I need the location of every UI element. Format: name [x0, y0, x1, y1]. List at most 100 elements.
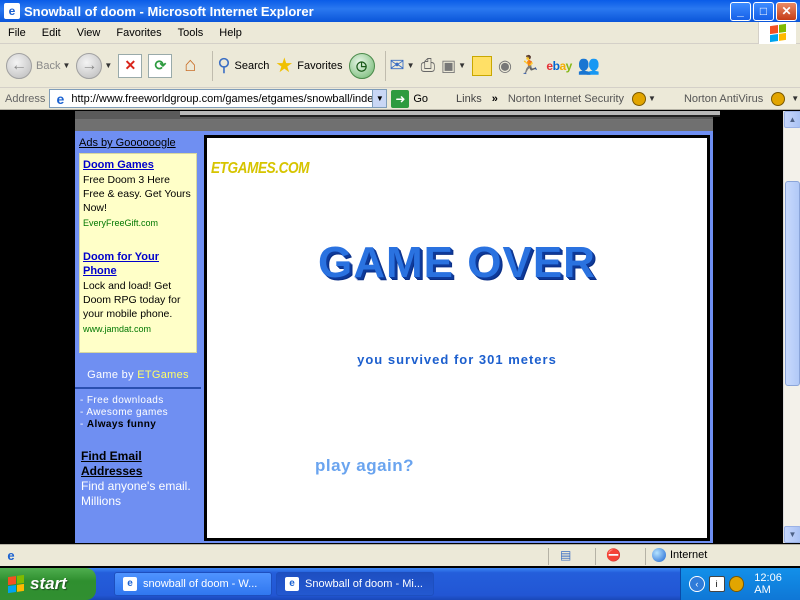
norton-internet-security[interactable]: Norton Internet Security — [508, 93, 624, 105]
close-button[interactable]: ✕ — [776, 1, 797, 21]
menu-edit[interactable]: Edit — [34, 27, 69, 39]
game-over-heading: GAME OVER — [318, 238, 596, 287]
game-by-credit: Game by ETGames — [87, 369, 189, 381]
scroll-thumb[interactable] — [785, 181, 800, 386]
forward-button[interactable]: → ▼ — [76, 52, 112, 79]
toolbar-separator — [384, 50, 386, 81]
info-icon[interactable]: i — [708, 576, 725, 592]
search-label: Search — [234, 59, 270, 72]
popup-blocked-icon[interactable]: ⛔ — [606, 548, 621, 562]
mail-button[interactable]: ✉ ▼ — [390, 55, 415, 76]
ads-header-link[interactable]: Ads by Goooooogle — [77, 133, 199, 153]
history-icon: ◷ — [348, 52, 375, 79]
address-input[interactable]: e http://www.freeworldgroup.com/games/et… — [49, 89, 388, 108]
ad-title-link[interactable]: Doom for Your Phone — [83, 250, 194, 278]
address-url[interactable]: http://www.freeworldgroup.com/games/etga… — [71, 93, 372, 105]
ad-url[interactable]: www.jamdat.com — [83, 324, 194, 334]
taskbar-item[interactable]: e snowball of doom - W... — [114, 572, 272, 596]
address-dropdown-icon[interactable]: ▼ — [372, 90, 387, 107]
clock[interactable]: 12:06 AM — [754, 572, 800, 596]
menu-help[interactable]: Help — [211, 27, 250, 39]
ebay-button[interactable]: ebay — [546, 58, 572, 73]
etgames-link[interactable]: ETGames — [137, 369, 189, 381]
search-button[interactable]: ⚲ Search — [217, 55, 269, 76]
forward-dropdown-icon[interactable]: ▼ — [104, 61, 112, 70]
norton-dropdown-icon[interactable]: ▼ — [648, 94, 656, 103]
start-button[interactable]: start — [0, 568, 96, 600]
messenger-buddies-icon: 👥 — [577, 55, 601, 75]
favorites-button[interactable]: ★ Favorites — [275, 53, 342, 78]
sidebar: Ads by Goooooogle Doom Games Free Doom 3… — [75, 133, 201, 543]
find-email-link[interactable]: Find Email Addresses — [77, 449, 199, 479]
blurb-item: - Always funny — [80, 419, 157, 430]
vertical-scrollbar[interactable]: ▲ ▼ — [783, 111, 800, 543]
menu-view[interactable]: View — [69, 27, 109, 39]
go-arrow-icon: ➜ — [391, 89, 410, 108]
edit-button[interactable]: ▣ ▼ — [441, 56, 466, 76]
mail-dropdown-icon[interactable]: ▼ — [407, 61, 415, 70]
game-frame[interactable]: ETGAMES.COM GAME OVER you survived for 3… — [204, 135, 710, 541]
ad-body: Free Doom 3 Here Free & easy. Get Yours … — [83, 174, 191, 214]
printer-icon: ⎙ — [420, 55, 435, 75]
menu-bar: File Edit View Favorites Tools Help — [0, 22, 800, 44]
links-label[interactable]: Links — [456, 93, 482, 105]
page-content: Ads by Goooooogle Doom Games Free Doom 3… — [0, 111, 783, 543]
ebay-icon: ebay — [546, 58, 572, 73]
ad-box[interactable]: Doom Games Free Doom 3 Here Free & easy.… — [79, 153, 197, 353]
scroll-up-icon[interactable]: ▲ — [784, 111, 800, 128]
ad-url[interactable]: EveryFreeGift.com — [83, 218, 194, 228]
home-button[interactable]: ⌂ — [178, 54, 202, 78]
research-icon: ◉ — [498, 57, 512, 75]
norton-av-dropdown-icon[interactable]: ▼ — [791, 94, 799, 103]
refresh-button[interactable]: ⟳ — [148, 53, 173, 78]
stop-button[interactable]: ✕ — [118, 53, 143, 78]
ad-body: Lock and load! Get Doom RPG today for yo… — [83, 280, 181, 320]
windows-logo-icon — [758, 22, 796, 44]
taskbar-item-active[interactable]: e Snowball of doom - Mi... — [276, 572, 434, 596]
norton-antivirus-icon[interactable] — [771, 91, 786, 106]
address-bar: Address e http://www.freeworldgroup.com/… — [0, 88, 800, 110]
sticky-note-icon — [472, 55, 493, 76]
favorites-label: Favorites — [297, 59, 343, 72]
ie-icon: e — [285, 577, 299, 591]
title-bar: e Snowball of doom - Microsoft Internet … — [0, 0, 800, 22]
menu-tools[interactable]: Tools — [170, 27, 212, 39]
menu-file[interactable]: File — [0, 27, 34, 39]
maximize-button[interactable]: □ — [753, 1, 774, 21]
ad-title-link[interactable]: Doom Games — [83, 158, 194, 172]
back-arrow-icon: ← — [6, 52, 32, 79]
page-status-icon: e — [7, 547, 15, 563]
links-chevron-icon[interactable]: » — [492, 93, 498, 105]
norton-antivirus[interactable]: Norton AntiVirus — [684, 93, 763, 105]
go-button[interactable]: ➜ Go — [391, 89, 428, 108]
blurb-item: - Awesome games — [80, 407, 169, 418]
norton-icon[interactable] — [632, 91, 647, 106]
minimize-button[interactable]: _ — [730, 1, 751, 21]
back-dropdown-icon[interactable]: ▼ — [62, 61, 70, 70]
search-icon: ⚲ — [217, 55, 231, 75]
discuss-button[interactable] — [472, 55, 493, 76]
tray-expand-icon[interactable]: ‹ — [689, 576, 705, 592]
menu-favorites[interactable]: Favorites — [108, 27, 169, 39]
find-email-body: Find anyone's email. Millions — [81, 479, 191, 508]
print-button[interactable]: ⎙ — [421, 55, 435, 76]
system-tray: ‹ i 12:06 AM — [680, 568, 800, 600]
scroll-down-icon[interactable]: ▼ — [784, 526, 800, 543]
back-button[interactable]: ← Back ▼ — [6, 52, 70, 79]
divider — [75, 387, 201, 389]
norton-tray-icon[interactable] — [728, 576, 745, 592]
play-again-button[interactable]: play again? — [315, 456, 414, 476]
messenger-button[interactable]: 🏃 — [518, 55, 540, 76]
etgames-logo: ETGAMES.COM — [211, 160, 310, 177]
windows-logo-icon — [8, 574, 24, 594]
page-icon: e — [56, 90, 65, 107]
forward-arrow-icon: → — [76, 52, 103, 79]
research-button[interactable]: ◉ — [498, 56, 512, 76]
stop-icon: ✕ — [118, 53, 143, 78]
back-label: Back — [36, 59, 61, 72]
media-icon: ▤ — [560, 548, 572, 562]
edit-dropdown-icon[interactable]: ▼ — [458, 61, 466, 70]
history-button[interactable]: ◷ — [348, 52, 375, 79]
msn-messenger-button[interactable]: 👥 — [578, 55, 600, 76]
top-strip — [75, 111, 720, 131]
